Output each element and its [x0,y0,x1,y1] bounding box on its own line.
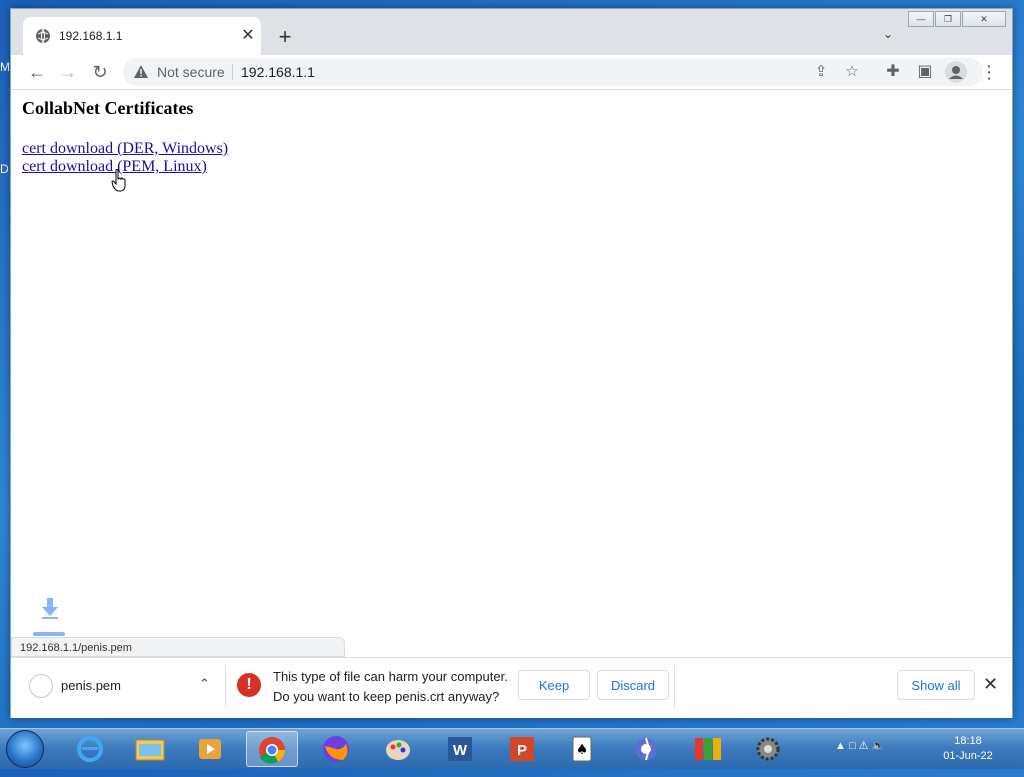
discard-button[interactable]: Discard [597,670,669,700]
close-tab-icon[interactable]: ✕ [236,24,260,48]
download-file-name[interactable]: penis.pem [61,678,121,693]
firefox-icon[interactable] [310,731,362,767]
cert-download-der-link[interactable]: cert download (DER, Windows) [22,140,228,158]
powerpoint-icon[interactable]: P [496,731,548,767]
forward-button[interactable]: → [56,60,80,84]
tab-search-chevron-icon[interactable]: ⌄ [883,27,893,41]
download-progress-bar [33,632,65,636]
reload-button[interactable]: ↻ [88,60,112,84]
globe-icon [36,28,50,44]
desktop-label: D [0,162,9,176]
new-tab-button[interactable]: + [273,25,297,49]
settings-icon[interactable] [742,731,794,767]
star-icon[interactable]: ☆ [842,62,862,82]
browser-window: 192.168.1.1 ✕ + ⌄ — ❐ ✕ ← → ↻ Not secure… [10,8,1013,718]
explorer-icon[interactable] [124,731,176,767]
danger-icon: ! [237,673,261,697]
svg-text:P: P [517,742,527,759]
solitaire-icon[interactable]: ♠ [556,731,608,767]
clock[interactable]: 18:18 01-Jun-22 [938,734,998,764]
keep-button[interactable]: Keep [518,670,590,700]
divider [225,666,226,708]
download-warning: This type of file can harm your computer… [273,667,508,707]
paint-icon[interactable] [372,731,424,767]
clock-time: 18:18 [954,735,982,747]
file-icon [29,674,53,698]
url-text[interactable]: 192.168.1.1 [241,64,315,80]
app-icon[interactable] [620,731,672,767]
extensions-icon[interactable]: ✚ [881,60,905,84]
close-shelf-icon[interactable]: ✕ [983,674,998,695]
address-bar[interactable]: Not secure 192.168.1.1 ⇪ ☆ [123,58,983,86]
status-bar: 192.168.1.1/penis.pem [11,637,345,657]
hand-cursor-icon [111,169,126,192]
profile-icon[interactable] [944,60,968,84]
page-title: CollabNet Certificates [22,98,194,118]
divider [232,64,233,80]
download-item[interactable]: penis.pem ⌃ [21,666,221,706]
tab-strip: 192.168.1.1 ✕ + ⌄ — ❐ ✕ [11,9,1012,55]
minimize-button[interactable]: — [908,11,934,27]
download-arrow-icon [42,598,58,619]
back-button[interactable]: ← [25,60,49,84]
download-shelf: penis.pem ⌃ ! This type of file can harm… [11,657,1012,718]
clock-date: 01-Jun-22 [943,750,993,762]
media-player-icon[interactable] [184,731,236,767]
browser-toolbar: ← → ↻ Not secure 192.168.1.1 ⇪ ☆ ✚ ▣ ⋮ [11,55,1012,90]
window-controls: — ❐ ✕ [907,11,1006,27]
menu-icon[interactable]: ⋮ [977,60,1001,84]
share-icon[interactable]: ⇪ [811,62,831,82]
tab-active[interactable]: 192.168.1.1 ✕ [23,17,261,55]
warning-line: Do you want to keep penis.crt anyway? [273,689,500,704]
close-window-button[interactable]: ✕ [962,11,1006,27]
svg-text:♠: ♠ [576,742,589,758]
side-panel-icon[interactable]: ▣ [913,60,937,84]
show-all-button[interactable]: Show all [897,670,975,700]
divider [674,666,675,708]
svg-text:W: W [453,742,468,759]
desktop-label: M [0,60,10,74]
tab-title: 192.168.1.1 [59,29,123,43]
chrome-icon[interactable] [246,731,298,767]
system-tray[interactable]: ▲ □ ⚠ 🔈 [835,739,885,752]
start-button[interactable] [6,730,44,768]
ie-icon[interactable] [64,731,116,767]
warning-line: This type of file can harm your computer… [273,669,508,684]
taskbar: W P ♠ ▲ □ ⚠ 🔈 18:18 01-Jun-22 [0,728,1024,769]
chevron-up-icon[interactable]: ⌃ [199,676,210,692]
avg-icon[interactable] [682,731,734,767]
warning-icon[interactable] [133,64,149,80]
restore-button[interactable]: ❐ [935,11,961,27]
security-status[interactable]: Not secure [157,64,225,80]
word-icon[interactable]: W [434,731,486,767]
page-content: CollabNet Certificates cert download (DE… [11,90,1012,658]
